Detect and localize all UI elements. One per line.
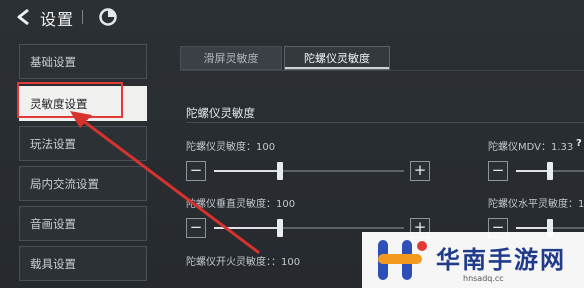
watermark-logo-icon [378, 240, 427, 280]
watermark-title: 华南手游网 [436, 245, 566, 274]
watermark-url: hnsadq.cc [463, 274, 504, 283]
